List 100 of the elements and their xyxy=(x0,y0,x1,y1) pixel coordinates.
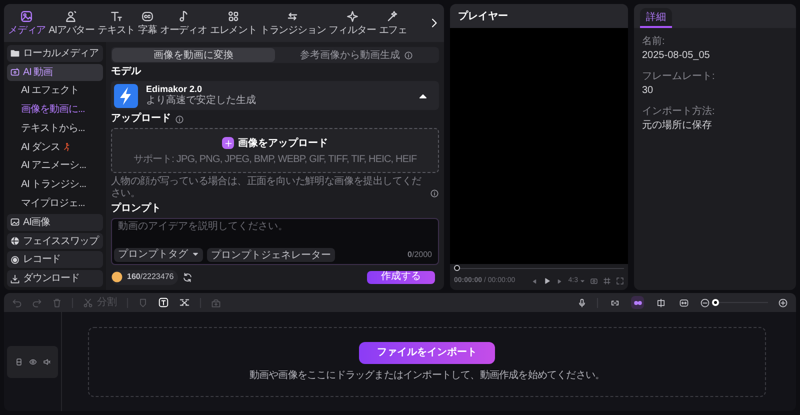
video-icon xyxy=(10,67,20,78)
model-description: より高速で安定した生成 xyxy=(146,95,257,108)
upload-button[interactable]: 画像をアップロード xyxy=(222,136,328,151)
mode-tab[interactable]: 参考画像から動画生成 xyxy=(275,48,438,62)
character-counter: 0/2000 xyxy=(408,248,433,261)
section-label: アップロード xyxy=(111,113,171,126)
elements-icon[interactable] xyxy=(226,10,240,22)
globe-icon xyxy=(10,236,20,246)
sidebar-group[interactable]: フェイススワップ xyxy=(7,232,103,250)
field-label: 名前: xyxy=(642,36,666,48)
marker-icon[interactable] xyxy=(138,298,148,308)
sparkle-icon[interactable] xyxy=(346,10,359,22)
scissors-icon xyxy=(83,298,93,308)
eye-icon[interactable] xyxy=(28,358,36,366)
coin-icon xyxy=(111,271,123,284)
plus-icon xyxy=(224,138,232,148)
zoom-slider[interactable] xyxy=(712,298,768,306)
import-dropzone[interactable]: ファイルをインポート 動画や画像をここにドラッグまたはインポートして、動画作成を始めてください。 xyxy=(88,326,766,396)
details-tab[interactable]: 詳細 xyxy=(640,8,672,28)
avatar-icon[interactable] xyxy=(65,10,78,22)
sidebar-item[interactable]: テキストから... xyxy=(21,120,85,136)
tool-tab[interactable]: AIアバター xyxy=(48,24,94,36)
field-value: 2025-08-05_05 xyxy=(642,50,711,62)
section-label: モデル xyxy=(111,66,142,78)
snapshot-icon[interactable] xyxy=(590,277,598,285)
upload-note: 人物の顔が写っている場合は、正面を向いた鮮明な画像を提出してください。 xyxy=(111,176,422,200)
zoom-in-icon[interactable] xyxy=(778,298,788,308)
play-icon[interactable] xyxy=(543,277,552,285)
dancer-icon xyxy=(62,142,72,152)
trim-icon[interactable] xyxy=(179,297,190,308)
folder-icon xyxy=(10,48,20,58)
prompt-tag-dropdown[interactable]: プロンプトタグ xyxy=(114,248,203,262)
download-icon xyxy=(10,274,20,284)
tool-tab[interactable]: エフェ xyxy=(378,24,407,36)
tool-tab[interactable]: フィルター xyxy=(328,24,376,36)
tool-tab[interactable]: 字幕 xyxy=(138,24,157,36)
sidebar-group[interactable]: ローカルメディア xyxy=(7,45,103,62)
sidebar-item[interactable]: AI アニメーシ... xyxy=(21,158,86,174)
import-button[interactable]: ファイルをインポート xyxy=(359,342,495,364)
image-icon[interactable] xyxy=(20,10,34,22)
section-label: プロンプト xyxy=(111,203,162,216)
progress-thumb[interactable] xyxy=(454,265,460,271)
next-frame-icon[interactable] xyxy=(556,278,564,284)
sidebar-group[interactable]: AI画像 xyxy=(7,214,103,231)
info-icon xyxy=(404,50,413,60)
caret-down-icon xyxy=(192,251,199,258)
sidebar-item[interactable]: 画像を動画に... xyxy=(21,102,85,118)
field-label: フレームレート: xyxy=(642,71,716,83)
film-icon[interactable] xyxy=(14,358,22,366)
microphone-icon[interactable] xyxy=(577,298,587,308)
refresh-icon[interactable] xyxy=(182,272,193,283)
sidebar-group[interactable]: ダウンロード xyxy=(7,270,103,287)
fit-width-icon xyxy=(678,298,688,308)
text-icon[interactable] xyxy=(110,10,123,22)
info-icon xyxy=(175,114,184,124)
music-note-icon[interactable] xyxy=(176,10,190,22)
wand-icon[interactable] xyxy=(386,10,400,22)
prompt-field[interactable]: 動画のアイデアを説明してください。 プロンプトタグ プロンプトジェネレーター 0/2000 xyxy=(111,218,439,265)
sidebar-item[interactable]: AI ダンス xyxy=(21,140,60,155)
speaker-icon[interactable] xyxy=(42,358,50,366)
captions-icon[interactable] xyxy=(140,10,154,22)
grid-icon[interactable] xyxy=(603,277,611,285)
previous-frame-icon[interactable] xyxy=(531,278,538,284)
image-icon xyxy=(10,217,20,228)
tool-tab[interactable]: テキスト xyxy=(97,24,136,36)
lightning-logo-icon xyxy=(114,84,138,108)
sidebar-item[interactable]: AI エフェクト xyxy=(21,83,80,98)
upload-dropzone[interactable]: 画像をアップロード サポート: JPG, PNG, JPEG, BMP, WEBP, GIF, TIFF, TIF, HEIC, HEIF xyxy=(111,128,439,174)
supported-formats: サポート: JPG, PNG, JPEG, BMP, WEBP, GIF, TIFF, TIF, HEIC, HEIF xyxy=(133,154,417,166)
sidebar-item[interactable]: マイプロジェ... xyxy=(21,196,85,211)
progress-track[interactable] xyxy=(454,264,624,272)
caret-down-icon xyxy=(580,278,585,284)
tool-tab[interactable]: メディア xyxy=(8,24,46,36)
add-clip-icon[interactable] xyxy=(211,298,221,308)
tool-tab[interactable]: オーディオ xyxy=(160,24,207,36)
credits-count: 160/2223476 xyxy=(127,271,174,284)
model-card[interactable]: Edimakor 2.0 より高速で安定した生成 xyxy=(111,81,439,110)
field-value: 30 xyxy=(642,85,654,97)
split-track-icon xyxy=(656,298,666,308)
model-name: Edimakor 2.0 xyxy=(146,84,204,94)
prompt-generator-button[interactable]: プロンプトジェネレーター xyxy=(207,248,335,262)
create-button[interactable]: 作成する xyxy=(367,270,435,284)
zoom-out-icon[interactable] xyxy=(700,298,710,308)
fullscreen-icon[interactable] xyxy=(616,277,624,285)
transition-icon[interactable] xyxy=(286,10,300,22)
panel-title: プレイヤー xyxy=(458,9,508,24)
link-icon xyxy=(610,298,620,308)
import-hint: 動画や画像をここにドラッグまたはインポートして、動画作成を始めてください。 xyxy=(249,370,605,382)
tool-tab[interactable]: トランジション xyxy=(260,24,326,36)
text-box-icon[interactable] xyxy=(158,297,169,308)
sidebar-item[interactable]: AI トランジシ... xyxy=(21,177,86,192)
field-value: 元の場所に保存 xyxy=(642,120,713,132)
merge-toggle[interactable] xyxy=(631,296,644,309)
mode-tab[interactable]: 画像を動画に変換 xyxy=(112,48,275,62)
zoom-thumb[interactable] xyxy=(712,299,719,306)
sidebar-group[interactable]: レコード xyxy=(7,251,103,268)
record-icon xyxy=(10,254,20,265)
sidebar-group[interactable]: AI 動画 xyxy=(7,64,103,81)
info-icon xyxy=(430,189,439,198)
tool-tab[interactable]: エレメント xyxy=(210,24,257,36)
